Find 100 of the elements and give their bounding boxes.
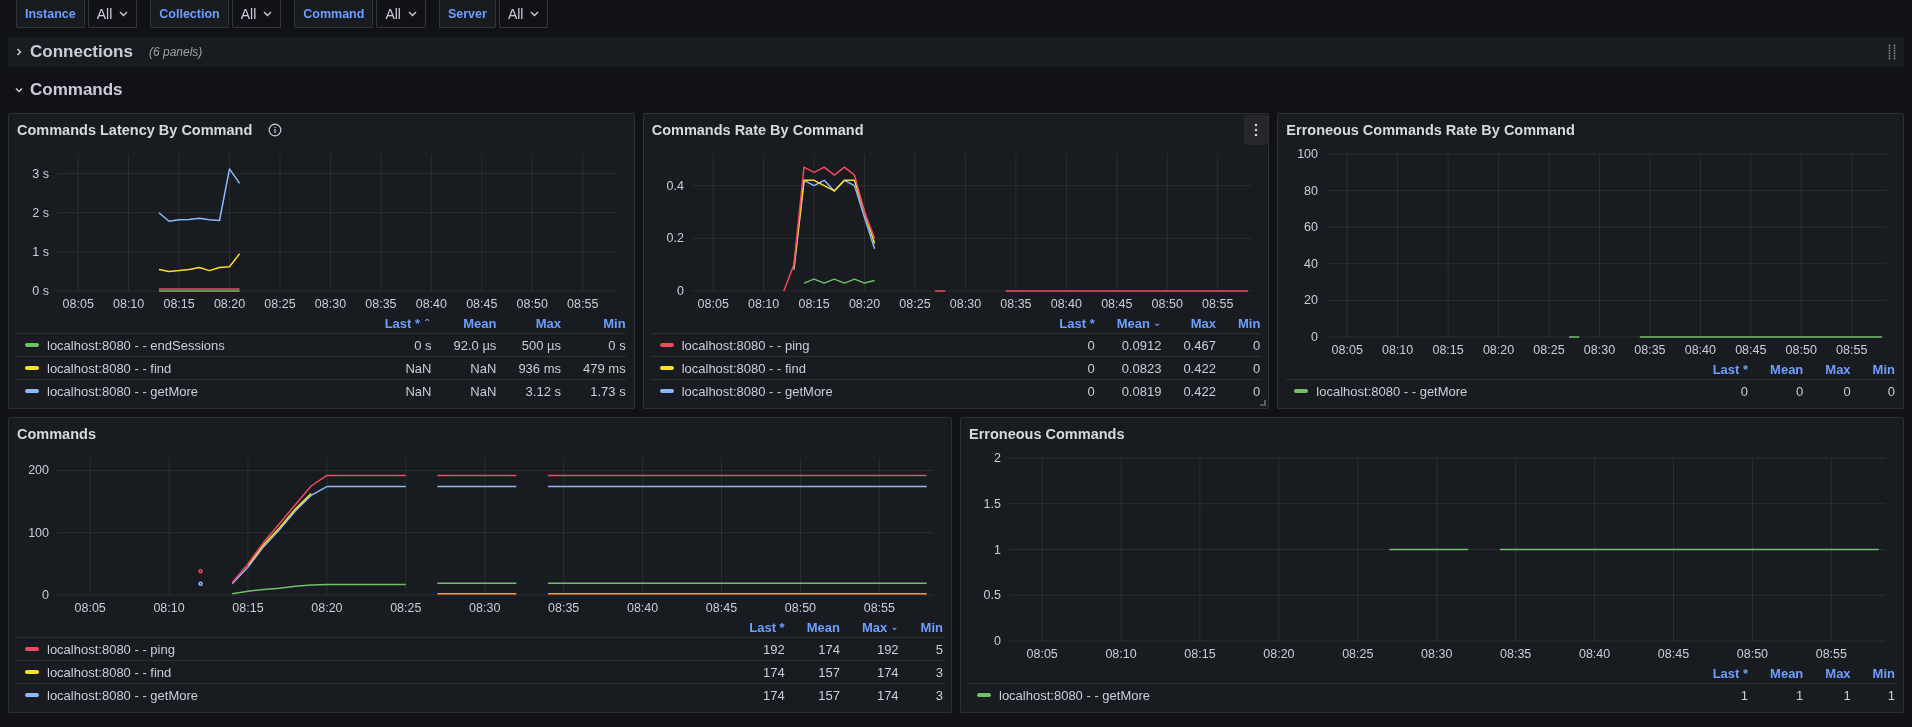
variable-label: Instance	[16, 0, 85, 28]
legend-column-header[interactable]: Min	[1872, 665, 1895, 681]
legend-column-header[interactable]: Last * ⌃	[384, 315, 432, 331]
legend-value: 0	[1087, 337, 1095, 353]
legend-value: 479 ms	[583, 360, 626, 376]
axis-label: 08:40	[1050, 297, 1082, 311]
legend-column-header[interactable]: Mean	[1770, 361, 1804, 377]
legend-value: 3.12 s	[525, 383, 561, 399]
chevron-down-icon	[263, 10, 273, 17]
legend-column-header[interactable]: Last *	[1059, 315, 1095, 331]
legend-column-header[interactable]: Min	[1872, 361, 1895, 377]
legend-column-header[interactable]: Max	[1825, 665, 1851, 681]
legend-value: 192	[763, 641, 785, 657]
axis-label: 08:10	[747, 297, 779, 311]
panel-title: Commands	[17, 426, 96, 442]
variable-dropdown[interactable]: All	[231, 0, 282, 28]
legend-value: 92.0 µs	[453, 337, 497, 353]
legend-value: 3	[935, 664, 943, 680]
axis-label: 08:25	[899, 297, 931, 311]
resize-handle-icon[interactable]	[1259, 399, 1267, 406]
axis-label: 100	[28, 525, 49, 540]
chevron-right-icon[interactable]	[14, 47, 24, 57]
axis-label: 08:10	[1382, 343, 1414, 357]
axis-label: 08:45	[705, 601, 738, 615]
variable-dropdown[interactable]: All	[376, 0, 426, 28]
axis-label: 08:55	[1815, 647, 1847, 661]
axis-label: 08:55	[1836, 343, 1868, 357]
axis-label: 08:35	[1500, 647, 1532, 661]
chevron-down-icon	[119, 10, 129, 17]
legend-value: 174	[876, 664, 899, 680]
panel-title: Erroneous Commands	[969, 426, 1125, 442]
axis-label: 08:25	[264, 297, 296, 311]
axis-label: 08:25	[1342, 647, 1374, 661]
row-title[interactable]: Commands	[30, 80, 123, 100]
more-vertical-icon	[1254, 123, 1259, 137]
axis-label: 100	[1297, 147, 1319, 161]
legend-column-header[interactable]: Max ⌄	[861, 619, 899, 635]
legend-value: NaN	[405, 383, 432, 399]
variable-dropdown[interactable]: All	[498, 0, 549, 28]
axis-label: 08:40	[415, 297, 447, 311]
legend-series-name[interactable]: localhost:8080 - - ping	[47, 641, 175, 657]
legend-value: 0	[1253, 383, 1261, 399]
legend-series-name[interactable]: localhost:8080 - - getMore	[47, 687, 199, 703]
legend-column-header[interactable]: Mean ⌄	[1116, 315, 1162, 331]
legend-column-header[interactable]: Mean	[463, 315, 497, 331]
axis-label: 0.2	[666, 231, 684, 246]
legend-column-header[interactable]: Min	[603, 315, 626, 331]
legend-value: 0.422	[1183, 383, 1216, 399]
legend-column-header[interactable]: Mean	[1770, 665, 1804, 681]
axis-label: 1	[994, 542, 1001, 557]
legend-series-name[interactable]: localhost:8080 - - find	[47, 360, 172, 376]
legend-value: 174	[876, 687, 899, 703]
axis-label: 0	[42, 588, 49, 602]
legend-series-name[interactable]: localhost:8080 - - getMore	[47, 383, 199, 399]
axis-label: 08:15	[1432, 343, 1465, 357]
legend-series-name[interactable]: localhost:8080 - - getMore	[999, 687, 1151, 703]
legend-column-header[interactable]: Mean	[806, 619, 840, 635]
legend-series-name[interactable]: localhost:8080 - - find	[681, 360, 806, 376]
axis-label: 1.5	[983, 496, 1001, 511]
legend-column-header[interactable]: Min	[920, 619, 943, 635]
axis-label: 08:20	[311, 601, 343, 615]
legend-value: 0	[1843, 383, 1851, 399]
legend-value: 0.0912	[1121, 337, 1162, 353]
axis-label: 200	[28, 463, 49, 478]
legend-series-name[interactable]: localhost:8080 - - ping	[681, 337, 810, 353]
legend-column-header[interactable]: Max	[1825, 361, 1851, 377]
drag-handle-icon[interactable]	[1888, 44, 1896, 60]
legend-series-name[interactable]: localhost:8080 - - getMore	[681, 383, 833, 399]
axis-label: 08:35	[365, 297, 397, 311]
axis-label: 08:55	[1201, 297, 1233, 311]
legend-value: 0	[1740, 383, 1749, 399]
axis-label: 08:20	[1263, 647, 1295, 661]
legend-value: 157	[818, 687, 840, 703]
row-title[interactable]: Connections	[30, 42, 133, 62]
legend-value: 0.467	[1183, 337, 1216, 353]
legend-column-header[interactable]: Min	[1237, 315, 1261, 331]
chevron-down-icon[interactable]	[14, 85, 24, 95]
legend-column-header[interactable]: Last *	[1712, 361, 1749, 377]
legend-series-name[interactable]: localhost:8080 - - endSessions	[47, 337, 225, 353]
legend-value: 0 s	[414, 337, 432, 353]
axis-label: 08:05	[1331, 343, 1364, 357]
panel-count: (6 panels)	[148, 45, 203, 59]
axis-label: 08:50	[1736, 647, 1769, 661]
variable-dropdown[interactable]: All	[87, 0, 138, 28]
legend-column-header[interactable]: Last *	[1712, 665, 1749, 681]
legend-column-header[interactable]: Last *	[749, 619, 785, 635]
legend-value: 1	[1843, 687, 1851, 703]
legend-value: 0.0823	[1121, 360, 1162, 376]
axis-label: 08:45	[1735, 343, 1767, 357]
axis-label: 08:50	[1785, 343, 1818, 357]
axis-label: 40	[1304, 256, 1319, 271]
legend-value: NaN	[470, 360, 497, 376]
legend-series-name[interactable]: localhost:8080 - - find	[47, 664, 172, 680]
legend-column-header[interactable]: Max	[535, 315, 561, 331]
sort-caret-icon: ⌄	[890, 622, 899, 632]
axis-label: 08:10	[113, 297, 145, 311]
legend-series-name[interactable]: localhost:8080 - - getMore	[1316, 383, 1468, 399]
legend-column-header[interactable]: Max	[1190, 315, 1216, 331]
info-icon[interactable]	[268, 123, 283, 137]
legend-value: 0.422	[1183, 360, 1216, 376]
